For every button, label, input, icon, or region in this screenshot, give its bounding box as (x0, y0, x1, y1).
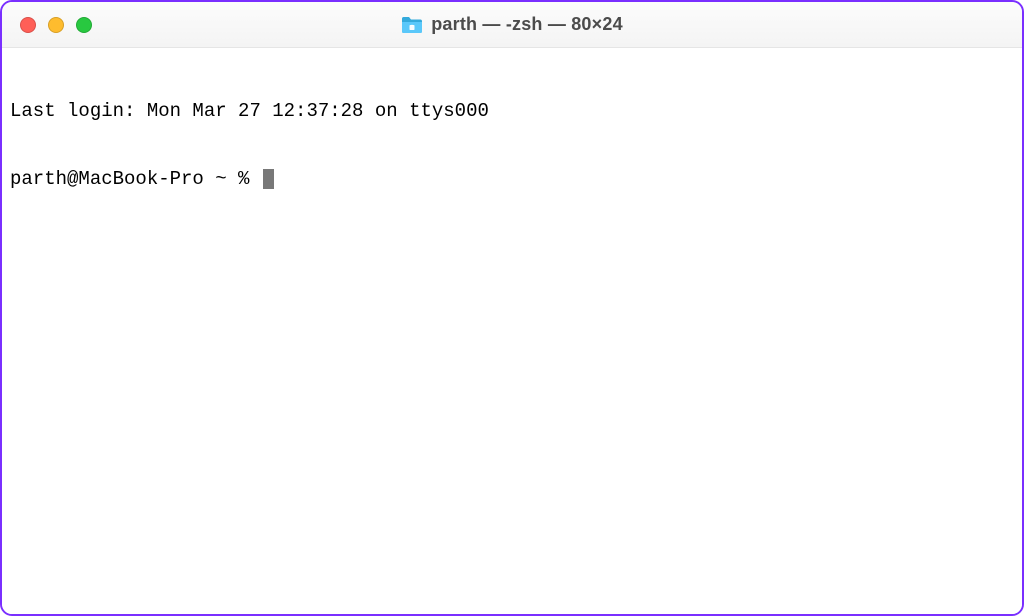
minimize-button[interactable] (48, 17, 64, 33)
zoom-button[interactable] (76, 17, 92, 33)
terminal-body[interactable]: Last login: Mon Mar 27 12:37:28 on ttys0… (2, 48, 1022, 614)
terminal-window: parth — -zsh — 80×24 Last login: Mon Mar… (0, 0, 1024, 616)
shell-prompt: parth@MacBook-Pro ~ % (10, 168, 261, 191)
close-button[interactable] (20, 17, 36, 33)
window-title: parth — -zsh — 80×24 (431, 14, 623, 35)
folder-icon (401, 16, 423, 34)
window-titlebar: parth — -zsh — 80×24 (2, 2, 1022, 48)
last-login-line: Last login: Mon Mar 27 12:37:28 on ttys0… (10, 100, 1014, 123)
prompt-line: parth@MacBook-Pro ~ % (10, 168, 1014, 191)
traffic-lights (2, 17, 92, 33)
cursor (263, 169, 274, 189)
window-title-wrap: parth — -zsh — 80×24 (2, 14, 1022, 35)
